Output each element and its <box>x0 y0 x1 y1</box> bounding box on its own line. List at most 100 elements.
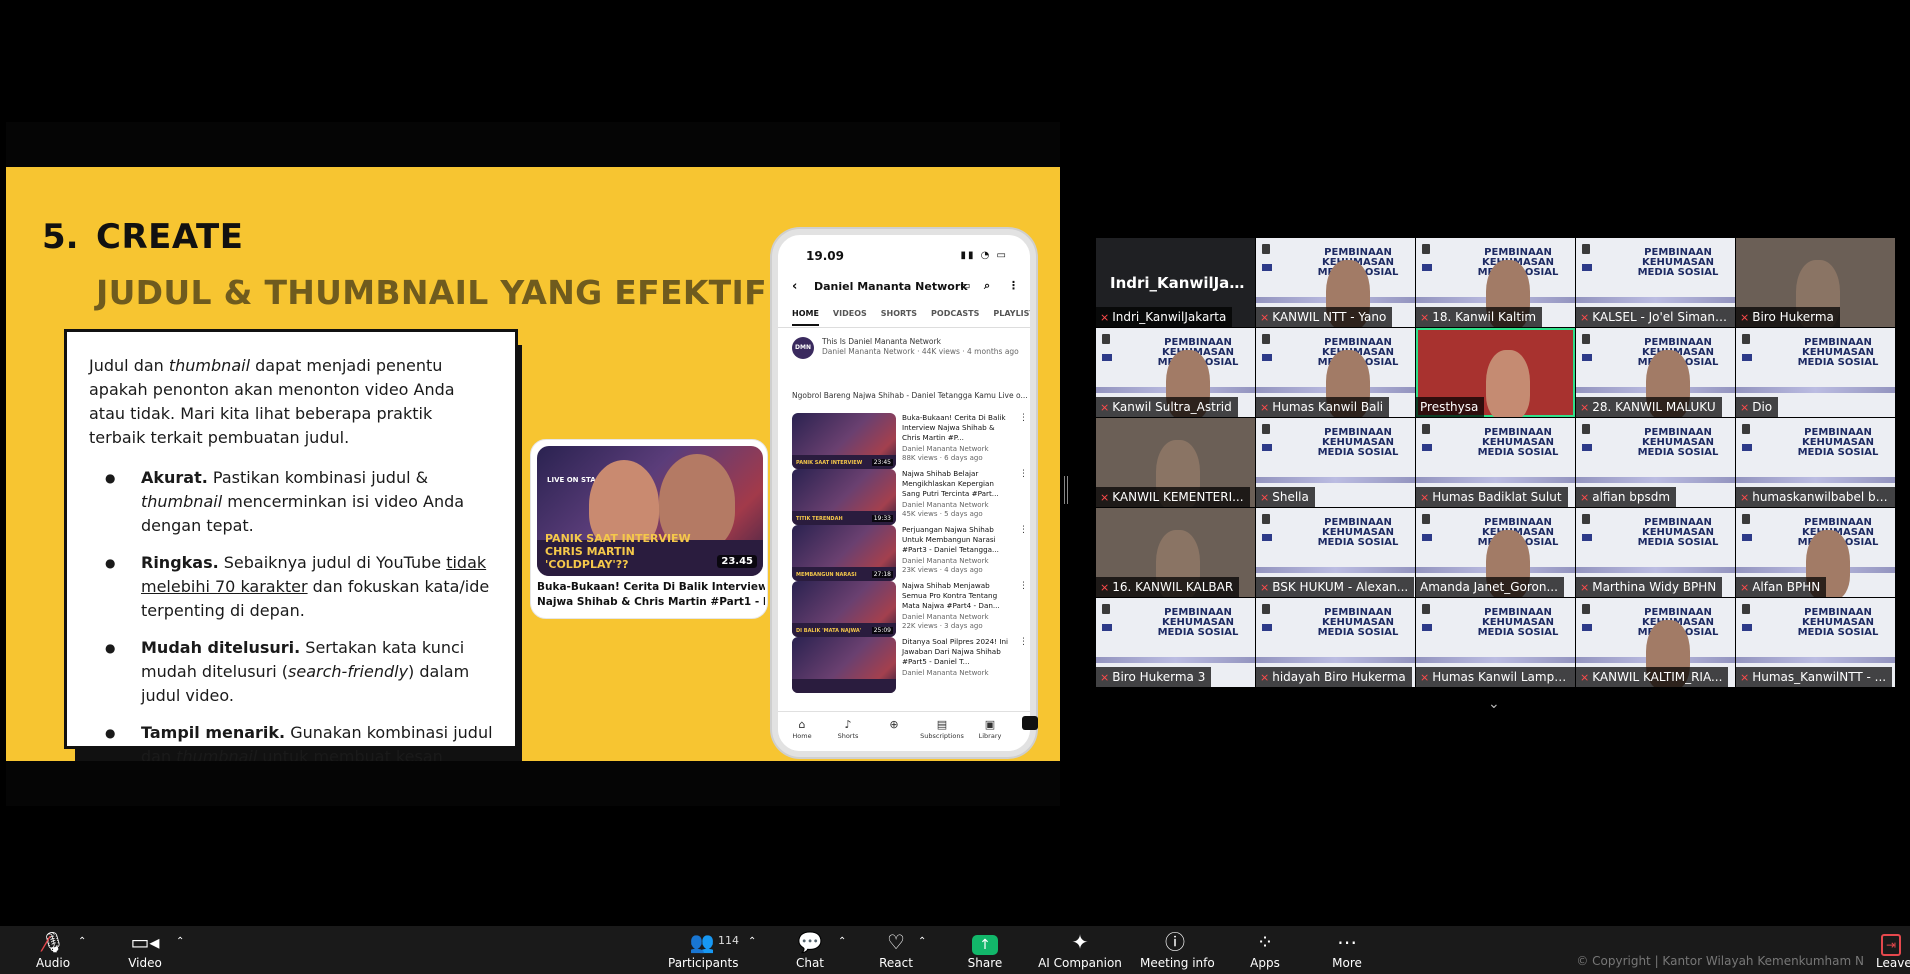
list-item: PANIK SAAT INTERVIEW 23:45 Buka-Bukaan! C… <box>792 413 1028 471</box>
participant-tile[interactable]: PEMBINAAN KEHUMASAN MEDIA SOSIAL ⨯ BSK HUKUM… <box>1256 508 1415 597</box>
video-thumbnail: PANIK SAAT INTERVIEW 23:45 <box>792 413 896 469</box>
participants-button[interactable]: 👥 114 Participants <box>668 930 739 970</box>
mic-muted-icon: ⨯ <box>1740 401 1750 414</box>
participant-tile[interactable]: PEMBINAANKEHUMASANMEDIA SOSIAL⨯Humas Kan… <box>1416 598 1575 687</box>
more-vert-icon: ⋮ <box>1008 279 1019 292</box>
event-banner: PEMBINAANKEHUMASANMEDIA SOSIAL <box>1316 518 1400 548</box>
phone-tabs: HOME VIDEOS SHORTS PODCASTS PLAYLISTS <box>792 309 1030 326</box>
video-options-caret[interactable]: ⌃ <box>176 930 184 956</box>
mic-muted-icon: ⨯ <box>1260 671 1270 684</box>
event-banner: PEMBINAANKEHUMASANMEDIA SOSIAL <box>1796 428 1880 458</box>
participant-tile[interactable]: PEMBINAAN KEHUMASAN MEDIA SOSIAL ⨯ Dio <box>1736 328 1895 417</box>
participant-name: ⨯ Biro Hukerma 3 <box>1096 667 1212 687</box>
flag-icon <box>1582 624 1592 631</box>
playlist-heading: Ngobrol Bareng Najwa Shihab - Daniel Tet… <box>792 391 1028 400</box>
flag-icon <box>1422 444 1432 451</box>
participant-name: ⨯ Dio <box>1736 397 1779 417</box>
mic-muted-icon: ⨯ <box>1260 581 1270 594</box>
participant-tile[interactable]: PEMBINAANKEHUMASANMEDIA SOSIAL⨯Alfan BPH… <box>1736 508 1895 597</box>
featured-title: Buka-Bukaan! Cerita Di Balik Interview Na… <box>537 581 765 608</box>
participant-tile[interactable]: ⨯ 16. KANWIL KALBAR <box>1096 508 1255 597</box>
video-button[interactable]: ▭◂ Video <box>126 930 164 970</box>
tip-searchable: Mudah ditelusuri. Sertakan kata kunci mu… <box>89 636 493 708</box>
event-banner: PEMBINAANKEHUMASANMEDIA SOSIAL <box>1636 248 1720 278</box>
participant-tile[interactable]: ⨯ Biro Hukerma <box>1736 238 1895 327</box>
nav-home: ⌂ Home <box>780 718 824 740</box>
mic-muted-icon: ⨯ <box>1260 311 1270 324</box>
participant-tile[interactable]: PEMBINAANKEHUMASANMEDIA SOSIAL⨯KANWIL KA… <box>1576 598 1735 687</box>
mic-muted-icon: ⨯ <box>1100 491 1110 504</box>
banner-line: MEDIA SOSIAL <box>1477 447 1559 458</box>
share-button[interactable]: ↑ Share <box>966 930 1004 970</box>
participant-tile[interactable]: PEMBINAAN KEHUMASAN MEDIA SOSIAL ⨯ Humas Bad… <box>1416 418 1575 507</box>
mic-muted-icon: ⨯ <box>1580 491 1590 504</box>
participant-name-text: Humas Kanwil Lampu... <box>1432 670 1574 684</box>
split-view-handle[interactable] <box>1064 476 1068 504</box>
list-item: MEMBANGUN NARASI 27:18 Perjuangan Najwa S… <box>792 525 1028 583</box>
banner-line: MEDIA SOSIAL <box>1797 627 1879 638</box>
banner-line: MEDIA SOSIAL <box>1637 537 1719 548</box>
leave-button[interactable]: ⇥ Leave <box>1876 934 1910 970</box>
heart-icon: ♡ <box>887 930 905 954</box>
mic-muted-icon: ⨯ <box>1580 671 1590 684</box>
meeting-info-button[interactable]: ⓘ Meeting info <box>1140 930 1215 970</box>
participant-name-text: Indri_KanwilJakarta <box>1112 310 1227 324</box>
react-button[interactable]: ♡ React <box>878 930 914 970</box>
participants-options-caret[interactable]: ⌃ <box>748 930 756 956</box>
participant-tile[interactable]: PEMBINAANKEHUMASANMEDIA SOSIAL⨯18. Kanwi… <box>1416 238 1575 327</box>
participant-tile[interactable]: PEMBINAAN KEHUMASAN MEDIA SOSIAL ⨯ Humas_Kan… <box>1736 598 1895 687</box>
participant-name: ⨯ Alfan BPHN <box>1736 577 1827 597</box>
participant-name: ⨯ Shella <box>1256 487 1315 507</box>
participant-tile[interactable]: Presthysa <box>1416 328 1575 417</box>
participant-tile[interactable]: PEMBINAAN KEHUMASAN MEDIA SOSIAL ⨯ humaskanw… <box>1736 418 1895 507</box>
flag-icon <box>1262 534 1272 541</box>
participant-tile[interactable]: PEMBINAANKEHUMASANMEDIA SOSIAL⨯KANWIL NT… <box>1256 238 1415 327</box>
search-icon: ⌕ <box>984 279 991 292</box>
banner-line: MEDIA SOSIAL <box>1317 447 1399 458</box>
participant-name-text: Shella <box>1272 490 1309 504</box>
apps-button[interactable]: ⁘ Apps <box>1248 930 1282 970</box>
mic-muted-icon: ⨯ <box>1580 581 1590 594</box>
more-button[interactable]: ⋯ More <box>1330 930 1364 970</box>
phone-tab-videos: VIDEOS <box>832 309 867 318</box>
participant-name-text: KANWIL NTT - Yano <box>1272 310 1387 324</box>
leave-icon: ⇥ <box>1881 934 1901 956</box>
org-logo-icon <box>1262 424 1270 434</box>
event-banner: PEMBINAANKEHUMASANMEDIA SOSIAL <box>1156 608 1240 638</box>
flag-icon <box>1422 264 1432 271</box>
participant-tile[interactable]: PEMBINAAN KEHUMASAN MEDIA SOSIAL ⨯ alfian bp… <box>1576 418 1735 507</box>
participant-tile[interactable]: PEMBINAAN KEHUMASAN MEDIA SOSIAL ⨯ KALSEL - … <box>1576 238 1735 327</box>
flag-icon <box>1422 534 1432 541</box>
chat-options-caret[interactable]: ⌃ <box>838 930 846 956</box>
participant-name-text: Amanda Janet_Goron... <box>1420 580 1558 594</box>
participant-name: ⨯ Indri_KanwilJakarta <box>1096 307 1233 327</box>
participant-tile[interactable]: PEMBINAANKEHUMASANMEDIA SOSIAL⨯28. KANWI… <box>1576 328 1735 417</box>
participant-tile[interactable]: PEMBINAANKEHUMASANMEDIA SOSIAL⨯Humas Kan… <box>1256 328 1415 417</box>
participant-tile[interactable]: ⨯ KANWIL KEMENTERI... <box>1096 418 1255 507</box>
flag-icon <box>1742 444 1752 451</box>
participant-tile[interactable]: PEMBINAAN KEHUMASAN MEDIA SOSIAL ⨯ Biro Huke… <box>1096 598 1255 687</box>
participant-name: ⨯ 18. Kanwil Kaltim <box>1416 307 1543 327</box>
ai-companion-button[interactable]: ✦ AI Companion <box>1038 930 1122 970</box>
participant-tile[interactable]: PEMBINAANKEHUMASANMEDIA SOSIALAmanda Jan… <box>1416 508 1575 597</box>
audio-options-caret[interactable]: ⌃ <box>78 930 86 956</box>
participant-name-text: KANWIL KEMENTERI... <box>1112 490 1244 504</box>
org-logo-icon <box>1102 604 1110 614</box>
flag-icon <box>1582 534 1592 541</box>
participant-tile[interactable]: PEMBINAANKEHUMASANMEDIA SOSIAL⨯Kanwil Su… <box>1096 328 1255 417</box>
phone-divider <box>778 327 1030 328</box>
react-options-caret[interactable]: ⌃ <box>918 930 926 956</box>
library-icon: ▣ <box>984 718 996 731</box>
participant-tile[interactable]: PEMBINAAN KEHUMASAN MEDIA SOSIAL ⨯ hidayah B… <box>1256 598 1415 687</box>
participant-name: ⨯ 28. KANWIL MALUKU <box>1576 397 1722 417</box>
audio-button[interactable]: 🎙 ⁄ Audio <box>34 930 72 970</box>
participant-tile[interactable]: Indri_KanwilJak... ⨯ Indri_KanwilJakarta <box>1096 238 1255 327</box>
more-vert-icon: ⋮ <box>1019 525 1028 535</box>
participant-tile[interactable]: PEMBINAAN KEHUMASAN MEDIA SOSIAL ⨯ Shella <box>1256 418 1415 507</box>
chevron-down-icon[interactable]: ⌄ <box>1488 696 1500 712</box>
participant-video <box>1486 350 1530 417</box>
participant-tile[interactable]: PEMBINAAN KEHUMASAN MEDIA SOSIAL ⨯ Marthina … <box>1576 508 1735 597</box>
event-banner: PEMBINAANKEHUMASANMEDIA SOSIAL <box>1476 428 1560 458</box>
sparkle-icon: ✦ <box>1071 930 1089 954</box>
chat-button[interactable]: 💬 Chat <box>792 930 828 970</box>
